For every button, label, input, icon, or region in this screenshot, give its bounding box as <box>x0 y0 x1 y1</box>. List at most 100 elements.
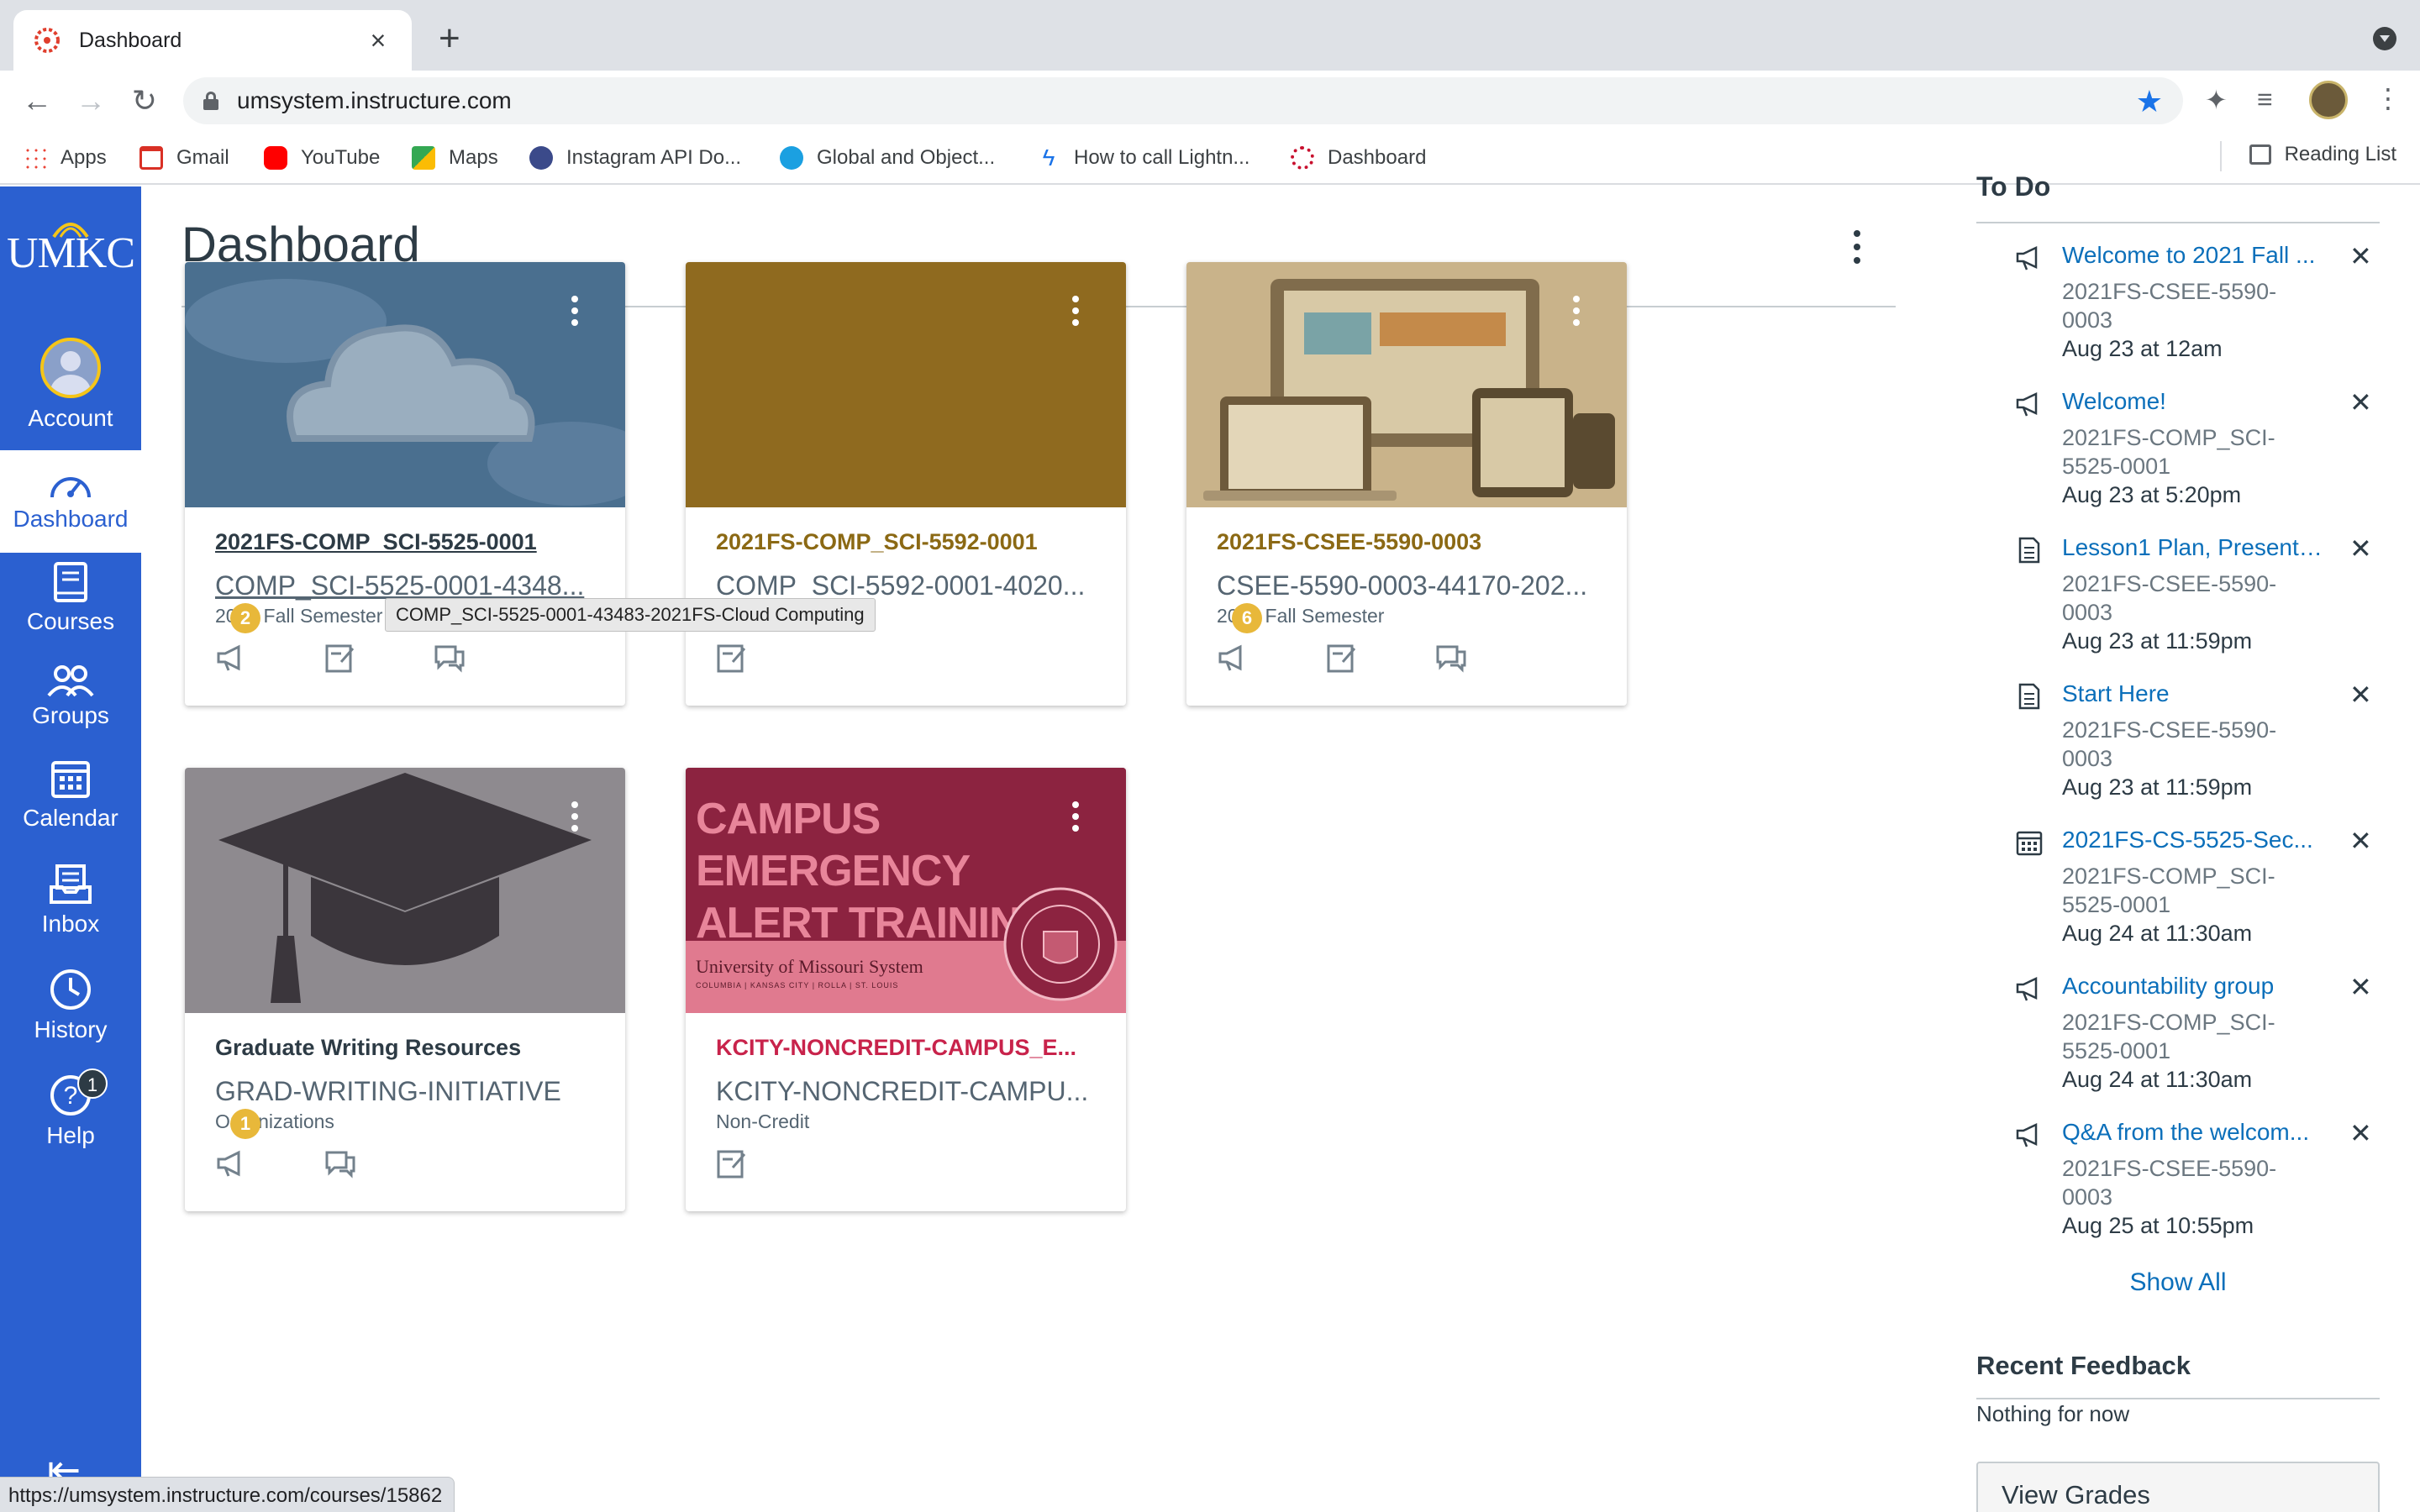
unread-badge: 2 <box>230 603 260 633</box>
reading-list[interactable]: Reading List <box>2249 143 2396 166</box>
todo-date: Aug 23 at 11:59pm <box>2062 628 2253 654</box>
gnav-courses[interactable]: Courses <box>0 561 141 635</box>
course-tooltip: COMP_SCI-5525-0001-43483-2021FS-Cloud Co… <box>385 598 876 632</box>
card-options-icon[interactable] <box>571 296 578 331</box>
gnav-account[interactable]: Account <box>0 338 141 431</box>
course-card[interactable]: 2021FS-COMP_SCI-5592-0001 COMP_SCI-5592-… <box>686 262 1126 706</box>
course-card-hero[interactable] <box>185 262 625 507</box>
gnav-history[interactable]: History <box>0 968 141 1043</box>
unread-badge: 1 <box>230 1109 260 1139</box>
bookmark-maps[interactable]: Maps <box>412 143 498 173</box>
view-grades-button[interactable]: View Grades <box>1976 1462 2380 1512</box>
todo-title[interactable]: Welcome! <box>2062 388 2323 415</box>
forward-icon[interactable]: → <box>72 82 109 119</box>
card-options-icon[interactable] <box>1072 801 1079 837</box>
gnav-inbox[interactable]: Inbox <box>0 864 141 937</box>
gnav-calendar[interactable]: Calendar <box>0 758 141 832</box>
recent-feedback-divider <box>1976 1398 2380 1399</box>
tab-close-icon[interactable]: × <box>365 25 392 56</box>
gnav-groups[interactable]: Groups <box>0 664 141 729</box>
assignments-icon[interactable] <box>1326 642 1358 674</box>
course-card[interactable]: 2021FS-COMP_SCI-5525-0001 COMP_SCI-5525-… <box>185 262 625 706</box>
announcements-icon[interactable]: 2 <box>215 603 260 674</box>
show-all-link[interactable]: Show All <box>1976 1268 2380 1297</box>
dismiss-icon[interactable]: ✕ <box>2349 1117 2372 1149</box>
dashboard-options-icon[interactable] <box>1849 227 1865 269</box>
todo-title[interactable]: Lesson1 Plan, Presenta... <box>2062 534 2323 561</box>
announcements-icon[interactable]: 6 <box>1217 603 1262 674</box>
course-title[interactable]: 2021FS-COMP_SCI-5525-0001 <box>215 529 595 555</box>
dismiss-icon[interactable]: ✕ <box>2349 386 2372 418</box>
bookmark-apps[interactable]: Apps <box>24 143 107 173</box>
tab-title: Dashboard <box>79 28 182 52</box>
discussions-icon[interactable] <box>324 1147 356 1179</box>
bookmark-label: Apps <box>60 146 107 169</box>
groups-people-icon <box>47 665 94 697</box>
course-code: KCITY-NONCREDIT-CAMPU... <box>716 1076 1089 1106</box>
extensions-icon[interactable]: ✦ <box>2205 84 2228 116</box>
tab-search-icon[interactable] <box>2373 27 2396 50</box>
assignments-icon[interactable] <box>716 1147 748 1179</box>
course-card[interactable]: 2021FS-CSEE-5590-0003 CSEE-5590-0003-441… <box>1186 262 1627 706</box>
umkc-logo[interactable]: UMKC <box>0 223 141 278</box>
gnav-help[interactable]: ? 1 Help <box>0 1068 141 1149</box>
bookmark-star-icon[interactable]: ★ <box>2136 84 2163 119</box>
bookmark-gmail[interactable]: Gmail <box>139 143 229 173</box>
course-title[interactable]: 2021FS-CSEE-5590-0003 <box>1217 529 1597 555</box>
course-title[interactable]: 2021FS-COMP_SCI-5592-0001 <box>716 529 1096 555</box>
calendar-icon <box>2016 831 2043 856</box>
todo-title[interactable]: Welcome to 2021 Fall ... <box>2062 242 2323 269</box>
dismiss-icon[interactable]: ✕ <box>2349 679 2372 711</box>
card-options-icon[interactable] <box>571 801 578 837</box>
address-bar[interactable]: umsystem.instructure.com ★ <box>183 77 2183 124</box>
course-title[interactable]: Graduate Writing Resources <box>215 1035 595 1061</box>
dismiss-icon[interactable]: ✕ <box>2349 533 2372 564</box>
back-icon[interactable]: ← <box>18 82 55 119</box>
todo-title[interactable]: Q&A from the welcom... <box>2062 1119 2323 1146</box>
todo-date: Aug 23 at 12am <box>2062 336 2223 361</box>
announcement-icon <box>2016 392 2038 417</box>
dismiss-icon[interactable]: ✕ <box>2349 240 2372 272</box>
card-options-icon[interactable] <box>1072 296 1079 331</box>
dismiss-icon[interactable]: ✕ <box>2349 971 2372 1003</box>
todo-title[interactable]: Accountability group <box>2062 973 2323 1000</box>
profile-avatar[interactable] <box>2309 81 2348 119</box>
chrome-menu-icon[interactable]: ⋮ <box>2375 82 2402 114</box>
bookmark-dashboard[interactable]: Dashboard <box>1291 143 1426 173</box>
course-term: 2021 Fall Semester <box>1217 605 1385 627</box>
discussions-icon[interactable] <box>1435 642 1467 674</box>
gnav-label: Help <box>46 1122 95 1148</box>
course-card-hero[interactable] <box>686 262 1126 507</box>
announcements-icon[interactable]: 1 <box>215 1109 260 1179</box>
course-card-hero[interactable] <box>185 768 625 1013</box>
assignments-icon[interactable] <box>324 642 356 674</box>
todo-title[interactable]: Start Here <box>2062 680 2323 707</box>
course-card-hero[interactable] <box>1186 262 1627 507</box>
bookmark-youtube[interactable]: YouTube <box>264 143 380 173</box>
bookmark-instagram-api[interactable]: Instagram API Do... <box>529 143 741 173</box>
course-card[interactable]: CAMPUS EMERGENCY ALERT TRAINING Universi… <box>686 768 1126 1211</box>
browser-tab[interactable]: Dashboard × <box>13 10 412 71</box>
discussions-icon[interactable] <box>434 642 466 674</box>
calendar-icon <box>51 761 90 798</box>
course-title[interactable]: KCITY-NONCREDIT-CAMPUS_E... <box>716 1035 1096 1061</box>
todo-title[interactable]: 2021FS-CS-5525-Sec... <box>2062 827 2323 853</box>
bookmark-label: Global and Object... <box>817 146 996 169</box>
instagram-api-icon <box>529 146 553 170</box>
card-options-icon[interactable] <box>1573 296 1580 331</box>
new-tab-icon[interactable]: + <box>439 20 460 57</box>
todo-date: Aug 24 at 11:30am <box>2062 921 2253 946</box>
todo-date: Aug 25 at 10:55pm <box>2062 1213 2254 1238</box>
dismiss-icon[interactable]: ✕ <box>2349 825 2372 857</box>
gmail-icon <box>139 146 163 170</box>
course-card-hero[interactable]: CAMPUS EMERGENCY ALERT TRAINING Universi… <box>686 768 1126 1013</box>
courses-book-icon <box>54 562 87 602</box>
gnav-dashboard[interactable]: Dashboard <box>0 450 141 553</box>
bookmark-lightning[interactable]: ϟ How to call Lightn... <box>1037 143 1250 173</box>
course-term: Organizations <box>215 1110 334 1132</box>
reload-icon[interactable]: ↻ <box>126 82 163 119</box>
course-card[interactable]: Graduate Writing Resources GRAD-WRITING-… <box>185 768 625 1211</box>
bookmark-global-objects[interactable]: Global and Object... <box>780 143 995 173</box>
media-control-icon[interactable]: ≡ <box>2257 84 2273 115</box>
assignments-icon[interactable] <box>716 642 748 674</box>
